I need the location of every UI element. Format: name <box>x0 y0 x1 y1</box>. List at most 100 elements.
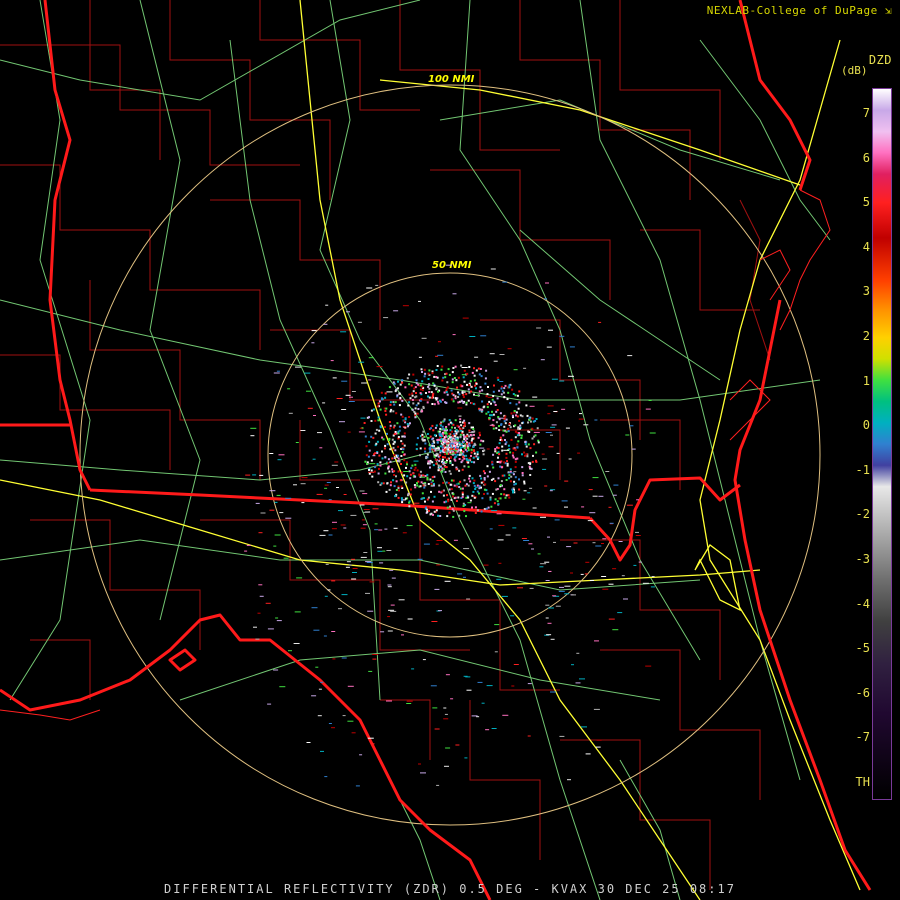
echo-pixel <box>387 586 392 588</box>
echo-pixel <box>389 569 394 571</box>
echo-pixel <box>324 776 328 778</box>
echo-pixel <box>456 450 459 453</box>
echo-pixel <box>426 473 429 476</box>
echo-pixel <box>384 426 386 428</box>
echo-pixel <box>331 580 336 582</box>
radar-map[interactable]: 100 NMI 50 NMI <box>0 0 900 900</box>
echo-pixel <box>527 735 531 737</box>
echo-pixel <box>527 421 529 424</box>
echo-pixel <box>485 395 488 398</box>
echo-pixel <box>430 685 437 687</box>
echo-pixel <box>467 496 470 499</box>
echo-pixel <box>392 426 395 429</box>
echo-pixel <box>318 688 322 690</box>
echo-pixel <box>523 482 526 485</box>
echo-pixel <box>454 451 457 454</box>
echo-pixel <box>508 477 511 480</box>
echo-pixel <box>392 381 395 384</box>
echo-pixel <box>645 665 652 667</box>
echo-pixel <box>431 479 434 482</box>
echo-pixel <box>427 395 429 398</box>
echo-pixel <box>486 475 489 478</box>
echo-pixel <box>487 386 489 388</box>
echo-pixel <box>403 459 406 462</box>
echo-pixel <box>595 545 602 547</box>
echo-pixel <box>446 506 449 509</box>
echo-pixel <box>476 490 479 493</box>
echo-pixel <box>494 651 498 653</box>
echo-pixel <box>414 407 417 410</box>
echo-pixel <box>408 501 411 504</box>
echo-pixel <box>427 385 430 388</box>
echo-pixel <box>427 483 430 485</box>
echo-pixel <box>474 512 477 514</box>
echo-pixel <box>525 404 528 407</box>
echo-pixel <box>489 498 492 501</box>
echo-pixel <box>498 524 505 526</box>
echo-pixel <box>465 393 468 396</box>
echo-pixel <box>523 490 527 492</box>
echo-pixel <box>387 584 392 586</box>
echo-pixel <box>449 429 452 432</box>
echo-pixel <box>468 422 471 425</box>
echo-pixel <box>505 418 508 421</box>
echo-pixel <box>526 455 529 458</box>
echo-pixel <box>429 446 432 449</box>
echo-pixel <box>454 456 456 459</box>
echo-pixel <box>490 402 492 405</box>
echo-pixel <box>336 398 343 399</box>
echo-pixel <box>452 495 454 498</box>
echo-pixel <box>521 466 524 469</box>
echo-pixel <box>445 747 451 749</box>
echo-pixel <box>631 448 636 450</box>
echo-pixel <box>340 524 346 526</box>
echo-pixel <box>384 456 387 459</box>
echo-pixel <box>387 467 390 470</box>
echo-pixel <box>508 384 511 387</box>
echo-pixel <box>438 490 441 493</box>
echo-pixel <box>327 589 331 591</box>
echo-pixel <box>446 457 449 460</box>
echo-pixel <box>518 432 521 434</box>
echo-pixel <box>285 517 292 519</box>
echo-pixel <box>421 410 424 413</box>
echo-pixel <box>511 414 514 417</box>
echo-pixel <box>458 469 461 472</box>
echo-pixel <box>253 626 257 628</box>
echo-pixel <box>477 367 480 370</box>
echo-pixel <box>470 390 473 393</box>
highways-secondary <box>0 0 831 900</box>
echo-pixel <box>504 429 507 432</box>
echo-pixel <box>408 505 411 508</box>
echo-pixel <box>448 432 451 435</box>
echo-pixel <box>446 494 448 497</box>
echo-pixel <box>437 354 444 356</box>
echo-pixel <box>324 595 328 597</box>
echo-pixel <box>498 429 501 431</box>
echo-pixel <box>491 410 493 413</box>
echo-pixel <box>462 393 465 396</box>
echo-pixel <box>445 500 448 503</box>
echo-pixel <box>444 448 447 451</box>
echo-pixel <box>365 561 372 563</box>
echo-pixel <box>406 423 409 425</box>
echo-pixel <box>491 463 494 466</box>
echo-pixel <box>480 439 483 442</box>
echo-pixel <box>589 580 594 581</box>
echo-pixel <box>347 431 351 433</box>
echo-pixel <box>384 410 387 412</box>
echo-pixel <box>431 621 438 622</box>
echo-pixel <box>269 490 276 492</box>
echo-pixel <box>410 467 413 470</box>
echo-pixel <box>492 466 495 469</box>
echo-pixel <box>287 388 291 390</box>
echo-pixel <box>504 443 507 446</box>
echo-pixel <box>406 475 409 478</box>
echo-pixel <box>453 377 456 379</box>
echo-pixel <box>370 469 373 472</box>
echo-pixel <box>483 488 486 491</box>
echo-pixel <box>389 401 392 404</box>
echo-pixel <box>438 458 441 461</box>
echo-pixel <box>439 424 442 427</box>
echo-pixel <box>377 547 382 549</box>
